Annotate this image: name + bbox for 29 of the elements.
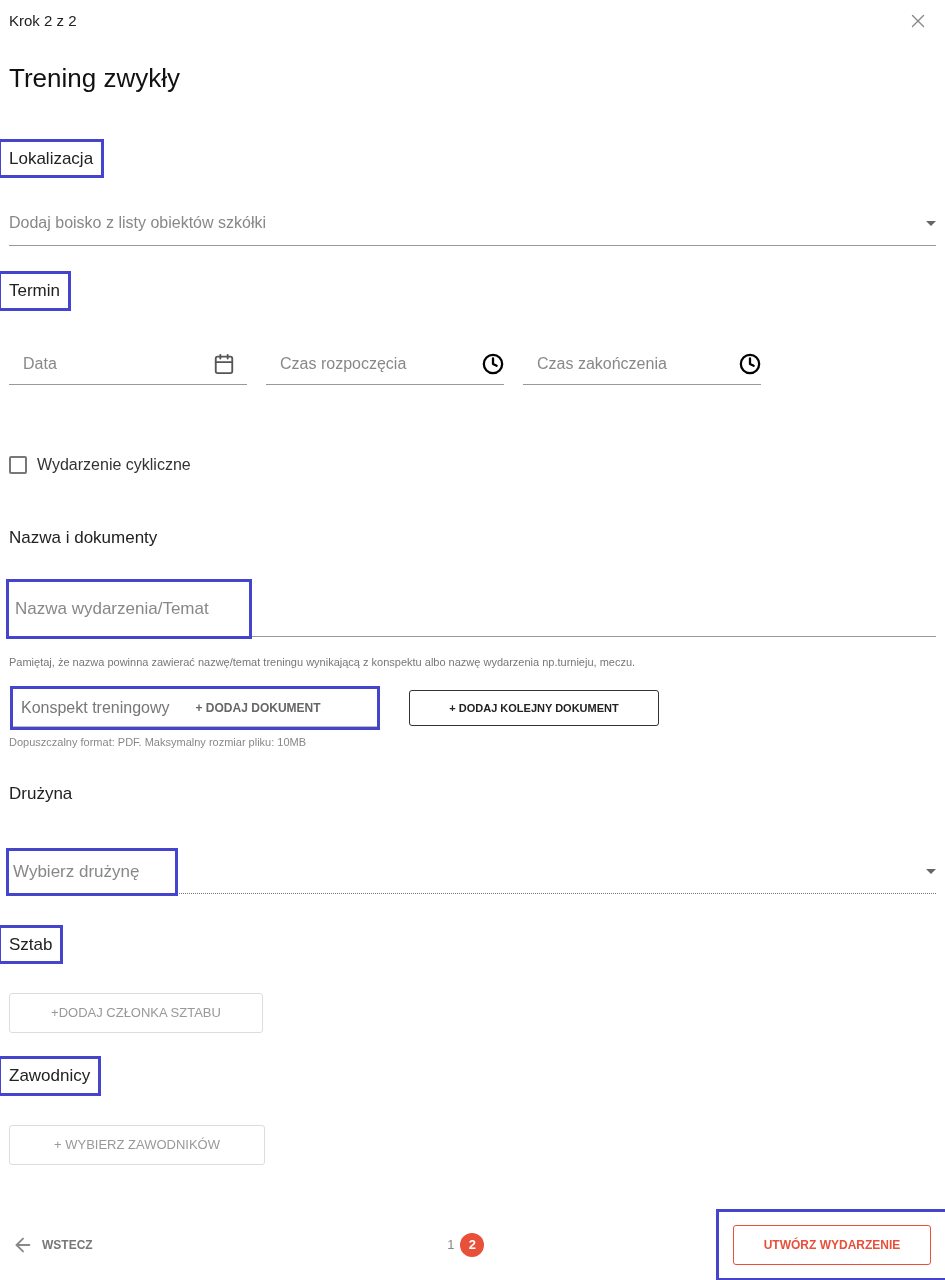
- calendar-icon: [213, 352, 235, 375]
- page-number[interactable]: 2: [460, 1233, 485, 1257]
- back-button[interactable]: WSTECZ: [12, 1234, 93, 1256]
- checkbox-label: Wydarzenie cykliczne: [37, 454, 191, 475]
- section-heading: Drużyna: [8, 783, 74, 805]
- clock-icon: [482, 352, 504, 375]
- training-plan-field[interactable]: Konspekt treningowy + DODAJ DOKUMENT: [13, 689, 377, 727]
- time-field[interactable]: Czas rozpoczęcia: [266, 351, 504, 385]
- caret-icon: [926, 869, 936, 874]
- create-event-button[interactable]: UTWÓRZ WYDARZENIE: [733, 1225, 931, 1265]
- page-number[interactable]: 1: [447, 1235, 455, 1255]
- caret-icon: [926, 220, 936, 226]
- section-heading: Nazwa i dokumenty: [8, 526, 159, 549]
- clock-icon: [739, 352, 761, 375]
- format-hint: Dopuszczalny format: PDF. Maksymalny rozmiar pliku: 10MB: [9, 736, 307, 748]
- add-another-document-button[interactable]: + DODAJ KOLEJNY DOKUMENT: [409, 690, 659, 726]
- team-select[interactable]: Wybierz drużynę: [9, 850, 175, 893]
- location-select[interactable]: Dodaj boisko z listy obiektów szkółki: [9, 211, 936, 246]
- name-hint: Pamiętaj, że nazwa powinna zawierać nazwę/temat treningu wynikającą z konspektu albo nazwę wydarzenia np.turnieju, meczu.: [9, 656, 636, 668]
- step-indicator: Krok 2 z 2: [9, 11, 77, 31]
- date-field[interactable]: Data: [9, 351, 247, 385]
- section-heading: Sztab: [1, 927, 61, 961]
- checkbox[interactable]: [9, 455, 27, 474]
- section-heading: Lokalizacja: [1, 141, 102, 175]
- time-field[interactable]: Czas zakończenia: [523, 351, 761, 385]
- event-name-field[interactable]: Nazwa wydarzenia/Temat: [9, 582, 249, 636]
- dialog-title: Trening zwykły: [9, 62, 180, 93]
- section-heading: Termin: [1, 274, 68, 308]
- section-heading: Zawodnicy: [1, 1059, 99, 1093]
